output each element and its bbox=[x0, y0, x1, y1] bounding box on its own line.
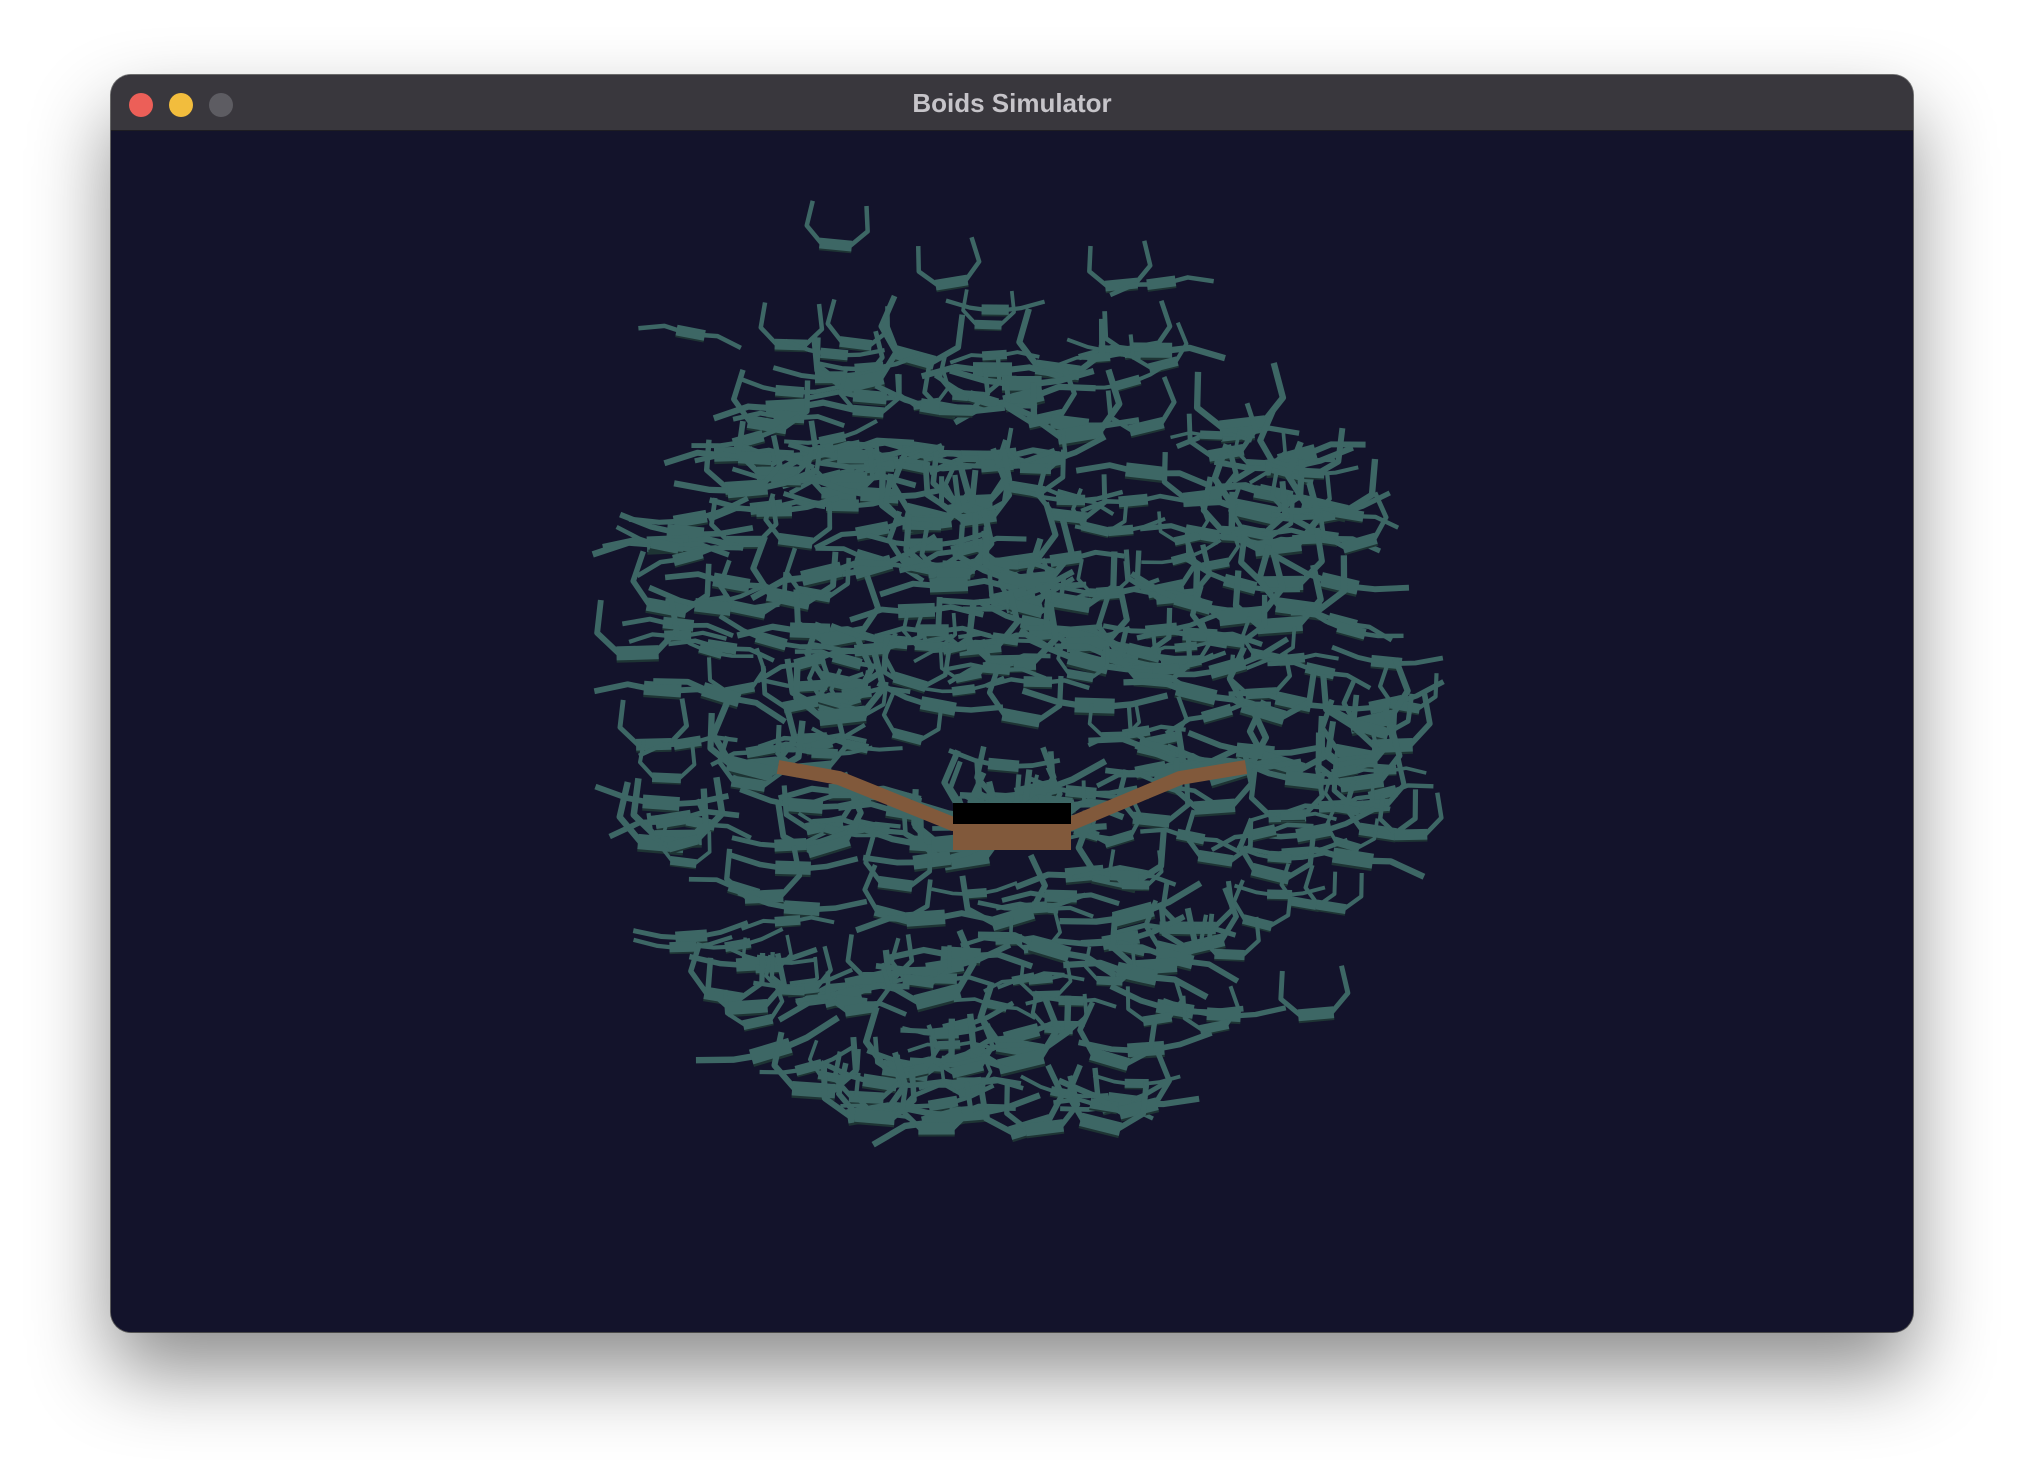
boids-scene bbox=[111, 131, 1913, 1332]
window-title: Boids Simulator bbox=[912, 88, 1112, 118]
title-bar[interactable]: Boids Simulator bbox=[111, 75, 1913, 131]
app-window: Boids Simulator bbox=[111, 75, 1913, 1332]
simulation-viewport[interactable] bbox=[111, 131, 1913, 1332]
